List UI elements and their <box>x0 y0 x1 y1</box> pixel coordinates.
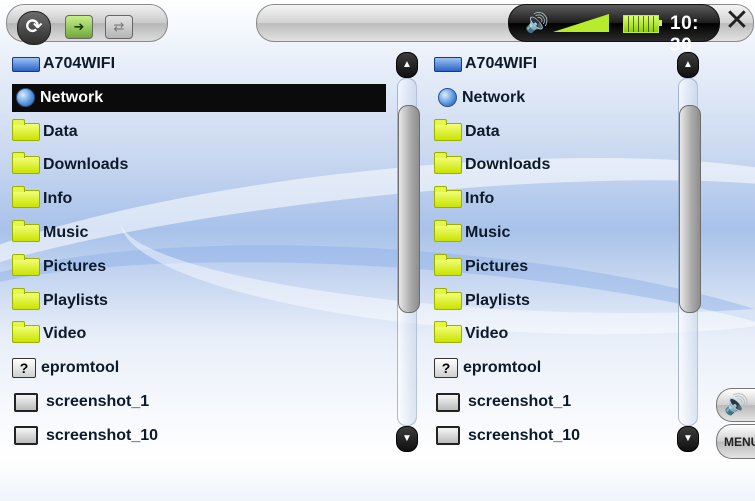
list-item-label: Downloads <box>465 156 551 174</box>
file-icon <box>14 392 38 412</box>
list-item-label: Playlists <box>43 291 108 309</box>
folder-icon <box>434 321 462 344</box>
list-item[interactable]: Video <box>12 320 386 348</box>
speaker-icon[interactable]: 🔊 <box>525 11 549 35</box>
list-item[interactable]: Info <box>434 185 679 213</box>
left-scrollbar[interactable]: ▲ ▼ <box>396 52 420 452</box>
list-item-label: Info <box>465 190 495 208</box>
list-item[interactable]: screenshot_10 <box>12 422 386 450</box>
scroll-track[interactable] <box>397 78 420 426</box>
drive-icon <box>12 56 40 72</box>
list-item[interactable]: A704WIFI <box>12 50 386 78</box>
list-item-label: screenshot_1 <box>46 393 150 410</box>
copy-to-left-icon[interactable]: ⇄ <box>105 15 133 39</box>
list-item[interactable]: screenshot_1 <box>434 388 679 416</box>
list-item[interactable]: Data <box>434 118 679 146</box>
close-icon[interactable]: ✕ <box>722 6 752 38</box>
file-icon <box>14 426 38 446</box>
scroll-up-icon[interactable]: ▲ <box>396 52 418 78</box>
list-item-label: Info <box>43 190 73 208</box>
network-icon <box>438 88 457 108</box>
list-item-label: Data <box>465 122 500 140</box>
folder-icon <box>434 287 462 310</box>
list-item[interactable]: ? epromtool <box>434 354 679 382</box>
unknown-file-icon: ? <box>434 358 458 379</box>
right-scrollbar[interactable]: ▲ ▼ <box>677 52 701 452</box>
list-item-label: A704WIFI <box>43 55 116 72</box>
list-item-label: Network <box>40 88 104 106</box>
status-area: 🔊 10: 30 <box>508 4 720 56</box>
toolbar-left-group: ⟳ ➜ ⇄ <box>6 4 168 45</box>
list-item[interactable]: Info <box>12 185 386 213</box>
list-item-label: Video <box>465 325 509 343</box>
list-item[interactable]: screenshot_10 <box>434 422 679 450</box>
folder-icon <box>434 220 462 242</box>
menu-button[interactable]: MENU <box>716 424 755 459</box>
battery-tip <box>659 20 662 26</box>
volume-level-indicator[interactable] <box>553 14 609 32</box>
scroll-down-icon[interactable]: ▼ <box>677 426 699 452</box>
top-bar: ⟳ ➜ ⇄ 🔊 10: 30 ✕ <box>0 0 755 56</box>
folder-icon <box>12 321 40 344</box>
list-item[interactable]: Music <box>12 219 386 247</box>
list-item[interactable]: Music <box>434 219 679 247</box>
folder-icon <box>434 118 462 141</box>
copy-to-right-icon[interactable]: ➜ <box>65 15 93 39</box>
list-item-label: Video <box>43 325 87 343</box>
folder-icon <box>12 118 40 141</box>
list-item-label: A704WIFI <box>465 55 538 72</box>
list-item-label: screenshot_10 <box>46 426 159 444</box>
list-item[interactable]: Downloads <box>12 151 386 179</box>
list-item[interactable]: Video <box>434 320 679 348</box>
list-item[interactable]: ? epromtool <box>12 354 386 382</box>
folder-icon <box>434 152 462 175</box>
scroll-thumb[interactable] <box>679 105 701 313</box>
drive-icon <box>434 56 462 72</box>
file-icon <box>436 426 460 446</box>
folder-icon <box>12 253 40 276</box>
list-item[interactable]: A704WIFI <box>434 50 679 78</box>
refresh-icon[interactable]: ⟳ <box>17 11 51 45</box>
battery-icon <box>623 15 659 33</box>
scroll-down-icon[interactable]: ▼ <box>396 426 418 452</box>
list-item-label: Music <box>43 224 89 241</box>
list-item-label: Pictures <box>43 257 107 275</box>
folder-icon <box>12 152 40 175</box>
folder-icon <box>434 253 462 276</box>
list-item[interactable]: Downloads <box>434 151 679 179</box>
list-item[interactable]: Data <box>12 118 386 146</box>
list-item-label: epromtool <box>41 359 120 377</box>
scroll-up-icon[interactable]: ▲ <box>677 52 699 78</box>
list-item-label: Data <box>43 122 78 140</box>
list-item-label: Music <box>465 224 511 241</box>
list-item-label: Pictures <box>465 257 529 275</box>
list-item-label: screenshot_1 <box>468 393 572 410</box>
file-icon <box>436 392 460 412</box>
scroll-track[interactable] <box>678 78 701 426</box>
list-item[interactable]: Pictures <box>434 253 679 281</box>
folder-icon <box>434 186 462 209</box>
list-item[interactable]: Pictures <box>12 253 386 281</box>
folder-icon <box>12 220 40 242</box>
list-item[interactable]: Network <box>12 83 386 112</box>
list-item[interactable]: Network <box>434 84 679 112</box>
folder-icon <box>12 186 40 209</box>
list-item-label: Downloads <box>43 156 129 174</box>
list-item[interactable]: Playlists <box>12 287 386 315</box>
list-item-label: Playlists <box>465 291 530 309</box>
list-item-label: screenshot_10 <box>468 426 581 444</box>
scroll-thumb[interactable] <box>398 105 420 313</box>
network-icon <box>16 88 35 108</box>
list-item-label: epromtool <box>463 359 542 377</box>
list-item-label: Network <box>462 88 526 106</box>
list-item[interactable]: screenshot_1 <box>12 388 386 416</box>
unknown-file-icon: ? <box>12 358 36 379</box>
list-item[interactable]: Playlists <box>434 287 679 315</box>
folder-icon <box>12 287 40 310</box>
speaker-icon[interactable]: 🔊 <box>716 388 755 422</box>
